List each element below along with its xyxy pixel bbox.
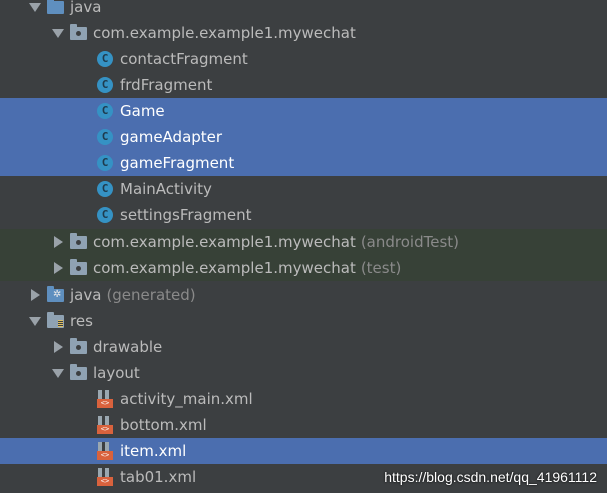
class-icon: C xyxy=(97,206,115,224)
layout-xml-icon: <> xyxy=(97,442,115,460)
tree-row-suffix: (generated) xyxy=(106,286,196,304)
layout-xml-icon: <> xyxy=(97,390,115,408)
tree-row-package[interactable]: com.example.example1.mywechat xyxy=(0,20,607,46)
package-folder-icon xyxy=(70,233,88,251)
tree-row-package-test[interactable]: com.example.example1.mywechat (test) xyxy=(0,255,607,281)
tree-row-label: layout xyxy=(93,364,140,382)
expand-arrow-icon[interactable] xyxy=(51,360,65,386)
tree-row-java-generated[interactable]: java (generated) xyxy=(0,282,607,308)
tree-row-package-androidtest[interactable]: com.example.example1.mywechat (androidTe… xyxy=(0,229,607,255)
tree-row-activity-main-xml[interactable]: <> activity_main.xml xyxy=(0,386,607,412)
tree-row-label: activity_main.xml xyxy=(120,390,253,408)
tree-row-label: contactFragment xyxy=(120,50,248,68)
expand-arrow-icon[interactable] xyxy=(28,308,42,334)
tree-row-suffix: (androidTest) xyxy=(360,233,459,251)
tree-row-label: java xyxy=(70,0,102,16)
package-folder-icon xyxy=(70,364,88,382)
tree-row-label: Game xyxy=(120,102,165,120)
generated-folder-icon xyxy=(47,286,65,304)
source-folder-icon xyxy=(47,0,65,16)
expand-arrow-icon[interactable] xyxy=(51,20,65,46)
tree-row-mainactivity[interactable]: C MainActivity xyxy=(0,176,607,202)
tree-row-label: com.example.example1.mywechat xyxy=(93,24,356,42)
class-icon: C xyxy=(97,76,115,94)
expand-arrow-icon[interactable] xyxy=(51,229,65,255)
tree-row-label: gameFragment xyxy=(120,154,235,172)
package-folder-icon xyxy=(70,259,88,277)
tree-row-java[interactable]: java xyxy=(0,0,607,20)
tree-row-label: settingsFragment xyxy=(120,206,252,224)
tree-row-label: com.example.example1.mywechat xyxy=(93,233,356,251)
tree-row-label: tab01.xml xyxy=(120,468,197,486)
tree-row-label: java xyxy=(70,286,102,304)
class-icon: C xyxy=(97,128,115,146)
layout-xml-icon: <> xyxy=(97,416,115,434)
tree-row-bottom-xml[interactable]: <> bottom.xml xyxy=(0,412,607,438)
tree-row-suffix: (test) xyxy=(360,259,402,277)
tree-row-settingsfragment[interactable]: C settingsFragment xyxy=(0,202,607,228)
expand-arrow-icon[interactable] xyxy=(28,282,42,308)
class-icon: C xyxy=(97,180,115,198)
package-folder-icon xyxy=(70,24,88,42)
tree-row-frdfragment[interactable]: C frdFragment xyxy=(0,72,607,98)
tree-row-gamefragment[interactable]: C gameFragment xyxy=(0,150,607,176)
class-icon: C xyxy=(97,50,115,68)
tree-row-label: item.xml xyxy=(120,442,187,460)
expand-arrow-icon[interactable] xyxy=(28,0,42,20)
resource-folder-icon xyxy=(47,312,65,330)
tree-row-label: gameAdapter xyxy=(120,128,223,146)
tree-row-label: com.example.example1.mywechat xyxy=(93,259,356,277)
tree-row-label: frdFragment xyxy=(120,76,213,94)
tree-row-label: MainActivity xyxy=(120,180,212,198)
class-icon: C xyxy=(97,154,115,172)
layout-xml-icon: <> xyxy=(97,468,115,486)
expand-arrow-icon[interactable] xyxy=(51,334,65,360)
tree-row-label: drawable xyxy=(93,338,163,356)
expand-arrow-icon[interactable] xyxy=(51,255,65,281)
tree-row-label: bottom.xml xyxy=(120,416,207,434)
tree-row-drawable[interactable]: drawable xyxy=(0,334,607,360)
tree-row-contactfragment[interactable]: C contactFragment xyxy=(0,46,607,72)
tree-row-gameadapter[interactable]: C gameAdapter xyxy=(0,124,607,150)
tree-row-game[interactable]: C Game xyxy=(0,98,607,124)
tree-row-item-xml[interactable]: <> item.xml xyxy=(0,438,607,464)
tree-row-label: res xyxy=(70,312,93,330)
tree-row-layout[interactable]: layout xyxy=(0,360,607,386)
package-folder-icon xyxy=(70,338,88,356)
class-icon: C xyxy=(97,102,115,120)
tree-row-res[interactable]: res xyxy=(0,308,607,334)
watermark-url: https://blog.csdn.net/qq_41961112 xyxy=(384,469,597,485)
